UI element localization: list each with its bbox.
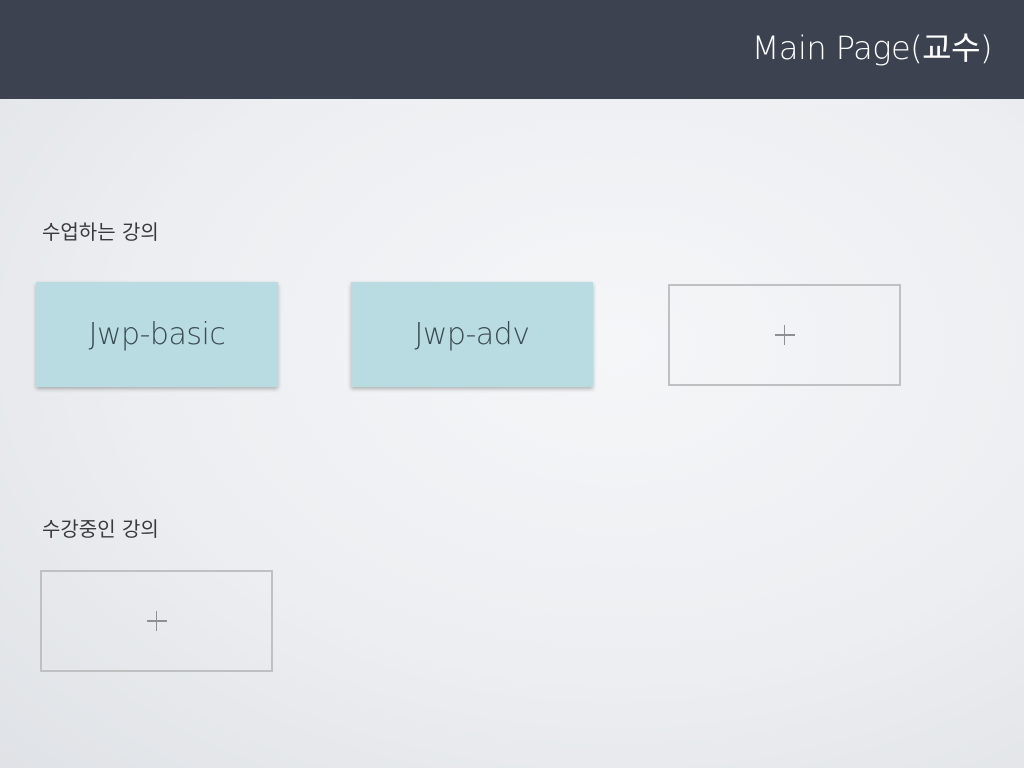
add-teaching-course-button[interactable] xyxy=(668,284,901,386)
add-enrolled-course-button[interactable] xyxy=(40,570,273,672)
course-card-jwp-basic[interactable]: Jwp-basic xyxy=(36,282,278,387)
teaching-courses-label: 수업하는 강의 xyxy=(42,220,159,244)
plus-icon xyxy=(774,325,795,345)
page-title: Main Page(교수) xyxy=(751,29,993,67)
course-card-jwp-adv[interactable]: Jwp-adv xyxy=(351,282,593,387)
plus-icon xyxy=(146,611,167,631)
course-name: Jwp-basic xyxy=(88,317,226,352)
course-name: Jwp-adv xyxy=(414,317,530,352)
enrolled-courses-label: 수강중인 강의 xyxy=(42,517,159,541)
top-header: Main Page(교수) xyxy=(0,0,1024,99)
